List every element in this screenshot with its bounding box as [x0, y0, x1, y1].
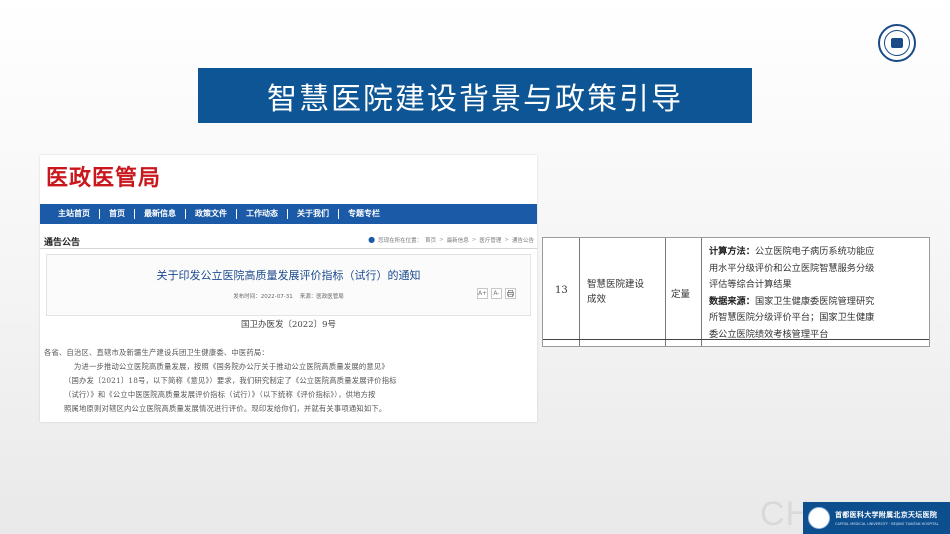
article-meta: 发布时间：2022-07-31 来源：医政医管局 [47, 292, 530, 300]
webpage-screenshot: 医政医管局 主站首页 首页 最新信息 政策文件 工作动态 关于我们 专题专栏 通… [40, 155, 537, 422]
location-pin-icon: ● [368, 235, 376, 244]
breadcrumb-separator: > [504, 236, 509, 243]
method-text: 公立医院电子病历系统功能应 [754, 246, 875, 257]
indicator-type: 定量 [671, 289, 691, 300]
site-title: 医政医管局 [46, 166, 162, 191]
nav-item-latest[interactable]: 最新信息 [135, 209, 186, 219]
font-decrease-button[interactable]: A- [491, 288, 502, 299]
article-source: 来源：医政医管局 [299, 294, 344, 300]
document-number: 国卫办医发〔2022〕9号 [240, 320, 337, 330]
breadcrumb-label: 您现在所在位置： [378, 237, 423, 244]
article-tools: A+ A- [477, 288, 516, 299]
nav-item-about[interactable]: 关于我们 [288, 209, 339, 219]
footer-hospital-name: 首都医科大学附属北京天坛医院 [835, 511, 938, 519]
table-column-divider [701, 238, 702, 346]
indicator-name: 智慧医院建设 成效 [587, 277, 661, 307]
article-title: 关于印发公立医院高质量发展评价指标（试行）的通知 [156, 269, 421, 282]
method-text: 用水平分级评价和公立医院智慧服务分级 [709, 262, 875, 274]
article-paragraph: （国办发〔2021〕18号，以下简称《意见》）要求，我们研究制定了《公立医院高质… [64, 376, 397, 385]
method-text: 评估等综合计算结果 [709, 279, 792, 290]
section-heading: 通告公告 [44, 238, 81, 248]
table-column-divider [665, 238, 666, 346]
breadcrumb-item[interactable]: 首页 [425, 236, 436, 244]
indicator-name-line: 成效 [587, 294, 607, 305]
article-paragraph: 为进一步推动公立医院高质量发展，按照《国务院办公厅关于推动公立医院高质量发展的意… [74, 362, 389, 371]
article-paragraph: 各省、自治区、直辖市及新疆生产建设兵团卫生健康委、中医药局： [44, 348, 269, 357]
nav-item-special[interactable]: 专题专栏 [339, 209, 389, 219]
indicator-number: 13 [555, 285, 568, 296]
slide-title: 智慧医院建设背景与政策引导 [198, 68, 752, 123]
section-divider [40, 248, 537, 249]
source-text: 所智慧医院分级评价平台；国家卫生健康 [709, 312, 875, 323]
site-nav-bar: 主站首页 首页 最新信息 政策文件 工作动态 关于我们 专题专栏 [40, 204, 537, 224]
hospital-logo-icon [878, 24, 916, 62]
indicator-description: 计算方法：公立医院电子病历系统功能应 用水平分级评价和公立医院智慧服务分级 评估… [709, 244, 929, 343]
article-paragraph: 照属地原则对辖区内公立医院高质量发展情况进行评价。现印发给你们，并就有关事项通知… [64, 404, 387, 413]
article-header: 关于印发公立医院高质量发展评价指标（试行）的通知 发布时间：2022-07-31… [46, 254, 531, 316]
method-label: 计算方法： [709, 246, 755, 257]
article-date: 发布时间：2022-07-31 [233, 294, 293, 300]
source-text: 委公立医院绩效考核管理平台 [709, 328, 829, 340]
print-icon[interactable] [505, 288, 516, 299]
table-column-divider [579, 238, 580, 346]
nav-item-home[interactable]: 首页 [100, 209, 135, 219]
article-paragraph: （试行）》和《公立中医医院高质量发展评价指标（试行）》（以下统称《评价指标》），… [64, 390, 376, 399]
nav-item-policy[interactable]: 政策文件 [186, 209, 237, 219]
font-increase-button[interactable]: A+ [477, 288, 488, 299]
footer-hospital-name-en: CAPITAL MEDICAL UNIVERSITY · BEIJING TIA… [835, 522, 939, 526]
breadcrumb-separator: > [471, 236, 477, 243]
source-label: 数据来源： [709, 295, 755, 307]
article-body: 各省、自治区、直辖市及新疆生产建设兵团卫生健康委、中医药局： 为进一步推动公立医… [44, 346, 526, 416]
breadcrumb-item[interactable]: 通告公告 [512, 236, 534, 244]
breadcrumb-item[interactable]: 医疗管理 [479, 236, 501, 244]
nav-item-main-site[interactable]: 主站首页 [40, 209, 100, 219]
source-text: 国家卫生健康委医院管理研究 [754, 295, 875, 307]
nav-item-news[interactable]: 工作动态 [237, 209, 288, 219]
hospital-logo-icon [808, 507, 830, 529]
breadcrumb: ● 您现在所在位置： 首页 > 最新信息 > 医疗管理 > 通告公告 [368, 235, 534, 244]
indicator-table-row: 13 智慧医院建设 成效 定量 计算方法：公立医院电子病历系统功能应 用水平分级… [542, 237, 930, 347]
breadcrumb-item[interactable]: 最新信息 [447, 236, 469, 244]
footer-hospital-badge: 首都医科大学附属北京天坛医院 CAPITAL MEDICAL UNIVERSIT… [803, 502, 950, 534]
indicator-name-line: 智慧医院建设 [587, 279, 645, 290]
breadcrumb-separator: > [439, 236, 444, 243]
